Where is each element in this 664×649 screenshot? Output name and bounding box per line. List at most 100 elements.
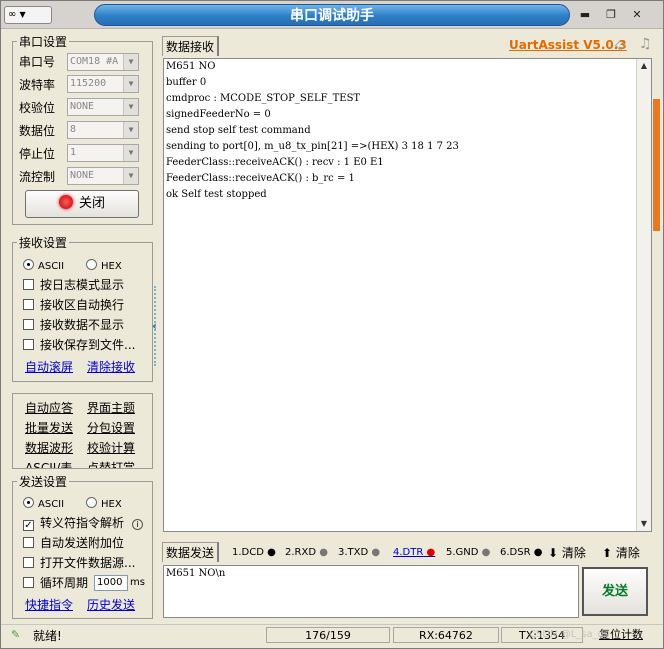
batch-send-link[interactable]: 批量发送	[25, 420, 73, 436]
loop-period-label: 循环周期	[40, 576, 89, 590]
system-menu-button[interactable]: ∞ ▼	[4, 6, 52, 24]
recv-ascii-radio[interactable]: ASCII	[23, 255, 64, 275]
receive-line: cmdproc : MCODE_STOP_SELF_TEST	[166, 93, 361, 104]
led-off-icon: ●	[267, 547, 276, 558]
clear-send-label: 清除	[561, 546, 586, 560]
send-text-area[interactable]: M651 NO\n	[163, 565, 579, 618]
led-off-icon: ●	[319, 547, 328, 558]
theme-link[interactable]: 界面主题	[87, 400, 135, 416]
info-icon[interactable]: i	[131, 519, 143, 530]
tab-data-send[interactable]: 数据发送	[162, 542, 220, 562]
status-icon: ✎	[11, 628, 21, 641]
file-source-checkbox[interactable]: 打开文件数据源...	[23, 553, 135, 573]
radio-checked-icon	[23, 259, 34, 270]
bell-icon[interactable]: ♫	[639, 36, 652, 52]
receive-line: FeederClass::receiveACK() : recv : 1 E0 …	[166, 157, 384, 168]
auto-reply-link[interactable]: 自动应答	[25, 400, 73, 416]
clear-send-button[interactable]: ⬇ 清除	[548, 544, 586, 562]
clear-receive-link[interactable]: 清除接收	[87, 359, 135, 375]
receive-line: ok Self test stopped	[166, 189, 267, 200]
save-to-file-label: 接收保存到文件...	[40, 338, 136, 352]
scroll-up-icon[interactable]: ▲	[637, 59, 651, 73]
loop-period-input[interactable]: 1000	[94, 575, 128, 591]
send-button[interactable]: 发送	[582, 567, 648, 616]
receive-settings-group: 接收设置 ASCII HEX 按日志模式显示 接收区自动换行 接收数据不显示 接…	[12, 234, 153, 382]
clear-all-button[interactable]: ⬆ 清除	[602, 544, 640, 562]
log-mode-label: 按日志模式显示	[40, 278, 125, 292]
parity-select[interactable]: NONE ▼	[67, 98, 139, 116]
auto-scroll-link[interactable]: 自动滚屏	[25, 359, 73, 375]
ascii-table-link[interactable]: ASCII/表	[25, 460, 72, 468]
dropdown-arrow-icon: ▼	[123, 99, 138, 115]
port-value: COM18 #A	[70, 56, 119, 67]
checkbox-icon	[23, 537, 34, 548]
vertical-scrollbar[interactable]: ▲ ▼	[636, 59, 651, 531]
send-hex-radio[interactable]: HEX	[86, 493, 122, 513]
led-off-icon: ●	[371, 547, 381, 558]
port-label: 串口号	[19, 55, 56, 69]
databits-value: 8	[70, 124, 77, 135]
dropdown-arrow-icon: ▼	[123, 145, 138, 161]
auto-wrap-checkbox[interactable]: 接收区自动换行	[23, 295, 124, 315]
restore-button[interactable]: ❐	[602, 7, 620, 23]
recv-hex-label: HEX	[101, 261, 122, 272]
baud-select[interactable]: 115200 ▼	[67, 75, 139, 93]
close-port-button[interactable]: 关闭	[25, 190, 139, 218]
receive-line: M651 NO	[166, 61, 216, 72]
baud-label: 波特率	[19, 78, 56, 92]
append-bits-checkbox[interactable]: 自动发送附加位	[23, 533, 124, 553]
hide-recv-checkbox[interactable]: 接收数据不显示	[23, 315, 124, 335]
append-bits-label: 自动发送附加位	[40, 536, 125, 550]
checksum-link[interactable]: 校验计算	[87, 440, 135, 456]
port-select[interactable]: COM18 #A ▼	[67, 53, 139, 71]
gnd-label: 5.GND	[446, 547, 479, 558]
donate-link[interactable]: 点替打赏	[87, 460, 135, 468]
rxd-label: 2.RXD	[285, 547, 317, 558]
orange-scroll-indicator	[653, 99, 660, 231]
escape-parse-checkbox[interactable]: ✓ 转义符指令解析 i	[23, 513, 143, 533]
arrow-down-icon: ⬇	[548, 546, 559, 560]
loop-period-checkbox[interactable]: 循环周期	[23, 573, 88, 593]
waveform-link[interactable]: 数据波形	[25, 440, 73, 456]
send-hex-label: HEX	[101, 499, 122, 510]
dcd-label: 1.DCD	[232, 547, 264, 558]
receive-text-area[interactable]: M651 NO buffer 0 cmdproc : MCODE_STOP_SE…	[163, 58, 652, 532]
send-ascii-radio[interactable]: ASCII	[23, 493, 64, 513]
flow-select[interactable]: NONE ▼	[67, 167, 139, 185]
reset-count-button[interactable]: 复位计数	[585, 627, 657, 643]
modem-status-bar: 1.DCD ● 2.RXD ● 3.TXD ● 4.DTR ● 5.GND ● …	[228, 544, 652, 562]
shortcut-commands-link[interactable]: 快捷指令	[25, 597, 73, 613]
checkbox-icon	[23, 299, 34, 310]
log-mode-checkbox[interactable]: 按日志模式显示	[23, 275, 124, 295]
diamond-icon[interactable]: ◇	[615, 37, 626, 53]
flow-label: 流控制	[19, 170, 56, 184]
clear-all-label: 清除	[615, 546, 640, 560]
stopbits-label: 停止位	[19, 147, 56, 161]
tab-data-receive[interactable]: 数据接收	[162, 36, 220, 56]
packet-settings-link[interactable]: 分包设置	[87, 420, 135, 436]
stopbits-select[interactable]: 1 ▼	[67, 144, 139, 162]
radio-unchecked-icon	[86, 497, 97, 508]
arrow-up-icon: ⬆	[602, 546, 613, 560]
receive-line: send stop self test command	[166, 125, 311, 136]
collapse-left-icon[interactable]: ‹	[152, 319, 157, 333]
scroll-down-icon[interactable]: ▼	[637, 517, 651, 531]
flow-value: NONE	[70, 170, 95, 181]
save-to-file-checkbox[interactable]: 接收保存到文件...	[23, 335, 135, 355]
checkbox-icon	[23, 577, 34, 588]
period-unit: ms	[130, 577, 145, 588]
hide-recv-label: 接收数据不显示	[40, 318, 125, 332]
recv-hex-radio[interactable]: HEX	[86, 255, 122, 275]
brand-link[interactable]: UartAssist V5.0.3	[509, 38, 627, 52]
minimize-button[interactable]: ▬	[576, 7, 594, 23]
receive-line: sending to port[0], m_u8_tx_pin[21] =>(H…	[166, 141, 459, 152]
send-history-link[interactable]: 历史发送	[87, 597, 135, 613]
dropdown-arrow-icon: ▼	[123, 122, 138, 138]
send-settings-group: 发送设置 ASCII HEX ✓ 转义符指令解析 i 自动发送附加位 打开文件数据…	[12, 473, 153, 619]
receive-line: buffer 0	[166, 77, 207, 88]
rxd-indicator: 2.RXD ●	[285, 544, 328, 562]
close-window-button[interactable]: ✕	[628, 7, 646, 23]
dtr-indicator[interactable]: 4.DTR ●	[393, 544, 435, 562]
checkbox-icon	[23, 339, 34, 350]
databits-select[interactable]: 8 ▼	[67, 121, 139, 139]
